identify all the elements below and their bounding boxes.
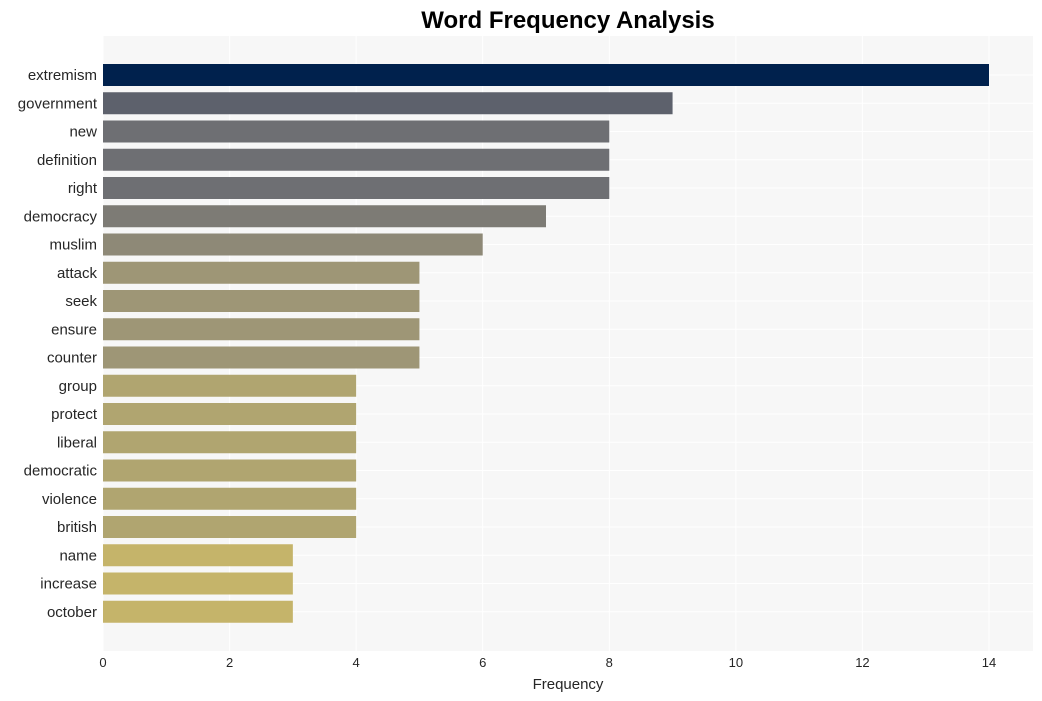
- y-tick-label-group: group: [59, 378, 97, 395]
- bar-government: [103, 92, 673, 115]
- x-tick-label: 14: [982, 655, 996, 670]
- bar-democratic: [103, 459, 357, 482]
- bar-definition: [103, 148, 610, 171]
- x-tick-label: 6: [479, 655, 486, 670]
- bar-increase: [103, 572, 293, 595]
- bar-seek: [103, 290, 420, 312]
- y-tick-label-government: government: [18, 95, 98, 112]
- bar-attack: [103, 261, 420, 284]
- y-tick-label-extremism: extremism: [28, 67, 97, 84]
- y-tick-label-increase: increase: [40, 576, 97, 593]
- y-axis-tick-labels: extremism government new definition right dem…: [18, 67, 98, 621]
- y-tick-label-definition: definition: [37, 152, 97, 169]
- y-tick-label-new: new: [69, 124, 97, 141]
- bar-ensure: [103, 318, 420, 341]
- y-tick-label-october: october: [47, 604, 97, 621]
- y-tick-label-democracy: democracy: [24, 208, 98, 225]
- x-tick-label: 10: [729, 655, 743, 670]
- bar-protect: [103, 403, 357, 425]
- y-tick-label-muslim: muslim: [50, 237, 98, 254]
- y-tick-label-british: british: [57, 519, 97, 536]
- x-tick-label: 0: [99, 655, 106, 670]
- x-tick-label: 4: [353, 655, 360, 670]
- bar-violence: [103, 487, 357, 510]
- y-tick-label-protect: protect: [51, 406, 98, 423]
- bar-muslim: [103, 233, 483, 256]
- chart-title: Word Frequency Analysis: [421, 7, 714, 34]
- x-tick-label: 12: [855, 655, 869, 670]
- bar-democracy: [103, 205, 546, 228]
- y-tick-label-seek: seek: [65, 293, 97, 310]
- bar-name: [103, 544, 293, 567]
- bar-british: [103, 516, 357, 538]
- bar-extremism: [103, 64, 989, 86]
- y-tick-label-ensure: ensure: [51, 321, 97, 338]
- chart: extremism government new definition right dem…: [0, 0, 1042, 701]
- y-tick-label-democratic: democratic: [24, 463, 98, 480]
- y-tick-label-violence: violence: [42, 491, 97, 508]
- y-tick-label-attack: attack: [57, 265, 98, 282]
- x-axis-tick-labels: 0 2 4 6 8 10 12 14: [99, 655, 996, 670]
- bar-liberal: [103, 431, 357, 454]
- bar-group: [103, 374, 357, 397]
- x-tick-label: 8: [606, 655, 613, 670]
- y-tick-label-name: name: [59, 547, 97, 564]
- y-tick-label-right: right: [68, 180, 98, 197]
- bar-counter: [103, 346, 420, 369]
- x-tick-label: 2: [226, 655, 233, 670]
- bar-october: [103, 600, 293, 623]
- x-axis-label: Frequency: [533, 676, 604, 693]
- bar-chart-svg: extremism government new definition right dem…: [18, 7, 1033, 693]
- y-tick-label-counter: counter: [47, 350, 97, 367]
- bar-right: [103, 177, 610, 199]
- y-tick-label-liberal: liberal: [57, 434, 97, 451]
- bar-new: [103, 120, 610, 143]
